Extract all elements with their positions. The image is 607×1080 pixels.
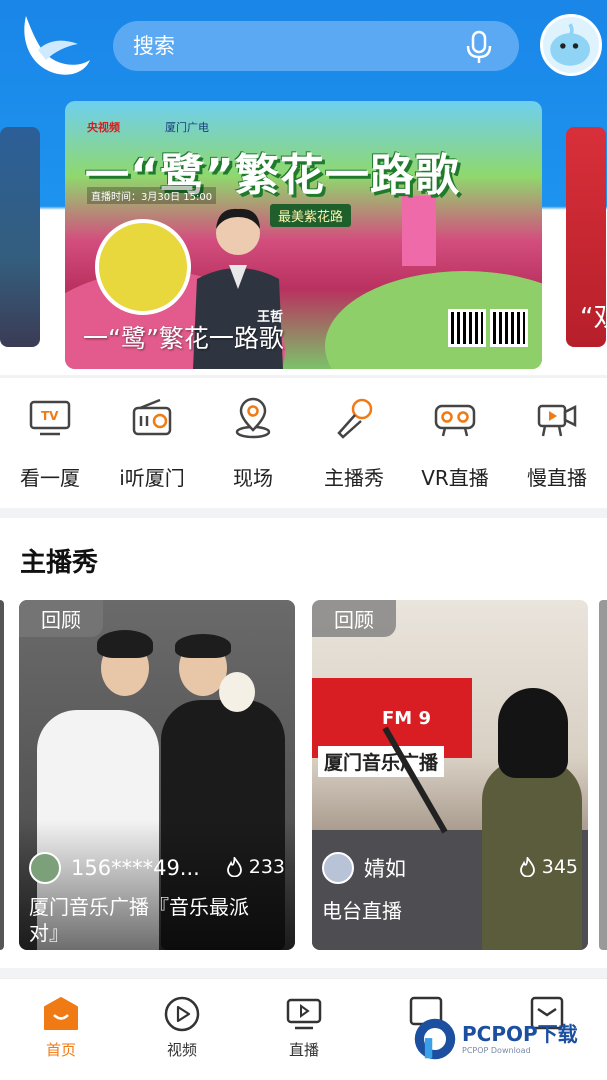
- quicknav-item-vr[interactable]: VR直播: [410, 396, 500, 491]
- tab-label: 视频: [166, 1041, 197, 1059]
- quicknav-label: 慢直播: [527, 466, 587, 490]
- tab-label: 首页: [45, 1041, 76, 1059]
- replay-badge: 回顾: [19, 600, 103, 637]
- tab-label: 直播: [288, 1041, 319, 1059]
- banner-next-text: “双: [580, 303, 607, 333]
- anchor-card[interactable]: FM 9 厦门音乐广播 回顾 婧如 345 电台直播: [312, 600, 588, 950]
- card-heat-count: 345: [541, 856, 578, 878]
- live-tv-icon: [286, 998, 322, 1030]
- xiamen-bird-logo-icon[interactable]: [18, 10, 92, 82]
- search-input[interactable]: [133, 34, 453, 58]
- quicknav-item-xianchang[interactable]: 现场: [208, 396, 298, 491]
- qr-code-icon: [490, 309, 528, 347]
- card-heat: 233: [226, 856, 285, 878]
- banner-brand-xmtv: 厦门广电: [165, 121, 209, 134]
- card-username: 156****49...: [71, 856, 200, 880]
- anchor-card[interactable]: 回顾 156****49... 233 厦门音乐广播『音乐最派对』: [19, 600, 295, 950]
- card-username: 婧如: [364, 857, 406, 881]
- card-title: 电台直播: [322, 899, 402, 923]
- fm-sign-text: FM 9: [382, 708, 431, 729]
- pcpop-logo-icon: [414, 1018, 456, 1060]
- tab-home[interactable]: 首页: [21, 995, 101, 1060]
- banner-caption: 一“鹭”繁花一路歌: [83, 324, 284, 353]
- quicknav-label: i听厦门: [119, 466, 185, 490]
- banner-brand-cctv: 央视频: [87, 121, 120, 134]
- avatar: [322, 852, 354, 884]
- flame-icon: [226, 857, 242, 877]
- watermark-title: PCPOP下载: [462, 1022, 578, 1046]
- pcpop-watermark: PCPOP下载 PCPOP Download: [410, 1010, 605, 1070]
- vr-headset-icon: [434, 404, 476, 437]
- banner-next-slide[interactable]: “双: [566, 127, 607, 347]
- tab-live[interactable]: 直播: [264, 995, 344, 1060]
- video-camera-icon: [537, 404, 577, 437]
- quicknav-item-itingxiamen[interactable]: i听厦门: [107, 396, 197, 491]
- anchor-show-section: 主播秀 回顾 156****49... 233 厦门音乐广播『音乐最派对』 FM…: [0, 518, 607, 968]
- home-icon: [44, 997, 78, 1030]
- card-heat: 345: [519, 856, 578, 878]
- tab-video[interactable]: 视频: [142, 995, 222, 1060]
- quicknav-item-kanyixia[interactable]: TV 看一厦: [5, 396, 95, 491]
- banner-lighthouse: [402, 196, 436, 266]
- replay-badge: 回顾: [312, 600, 396, 637]
- svg-text:TV: TV: [41, 409, 59, 423]
- card-next-peek[interactable]: [599, 600, 607, 950]
- card-user: 婧如: [322, 852, 406, 884]
- quicknav-item-manzhibo[interactable]: 慢直播: [512, 396, 602, 491]
- banner-flower-photo: [95, 219, 191, 315]
- flame-icon: [519, 857, 535, 877]
- watermark-sub: PCPOP Download: [462, 1046, 531, 1055]
- card-figure: [498, 688, 568, 778]
- card-heat-count: 233: [248, 856, 285, 878]
- card-user: 156****49...: [29, 852, 200, 884]
- card-figure: [97, 630, 153, 658]
- card-prev-peek[interactable]: [0, 600, 4, 950]
- mascot-avatar-icon[interactable]: [540, 14, 602, 76]
- location-pin-icon: [235, 397, 271, 439]
- quick-nav: TV 看一厦 i听厦门 现场 主播秀 VR直播 慢直播: [0, 378, 607, 508]
- card-flower: [219, 672, 255, 712]
- quicknav-label: 看一厦: [20, 466, 80, 490]
- card-title: 厦门音乐广播『音乐最派对』: [29, 895, 249, 945]
- radio-icon: [132, 398, 172, 436]
- banner-prev-slide[interactable]: [0, 127, 40, 347]
- play-circle-icon: [164, 996, 200, 1032]
- qr-code-icon: [448, 309, 486, 347]
- search-bar[interactable]: [113, 21, 519, 71]
- section-title: 主播秀: [20, 548, 99, 578]
- quicknav-label: 主播秀: [324, 466, 384, 490]
- banner-slide[interactable]: 央视频 厦门广电 一“鹭”繁花一路歌 直播时间：3月30日 15:00 最美紫花…: [65, 101, 542, 369]
- tv-icon: TV: [29, 400, 71, 436]
- quicknav-label: VR直播: [421, 466, 489, 490]
- microphone-icon[interactable]: [465, 30, 493, 64]
- studio-sign: 厦门音乐广播: [318, 746, 445, 777]
- quicknav-label: 现场: [233, 466, 273, 490]
- microphone-icon: [337, 398, 373, 439]
- avatar: [29, 852, 61, 884]
- card-figure: [175, 634, 231, 658]
- quicknav-item-zhuboxiu[interactable]: 主播秀: [309, 396, 399, 491]
